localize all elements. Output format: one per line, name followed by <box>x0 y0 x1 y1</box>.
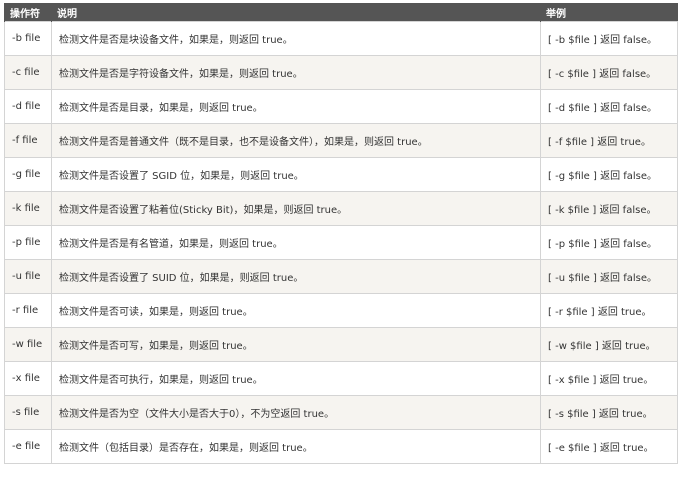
table-row: -e file 检测文件（包括目录）是否存在，如果是，则返回 true。 [ -… <box>4 429 678 464</box>
description-cell: 检测文件是否可读，如果是，则返回 true。 <box>51 293 541 328</box>
description-cell: 检测文件是否是目录，如果是，则返回 true。 <box>51 89 541 124</box>
operator-cell: -b file <box>4 21 52 56</box>
table-header: 操作符 说明 举例 <box>4 3 678 22</box>
operator-cell: -c file <box>4 55 52 90</box>
example-cell: [ -b $file ] 返回 false。 <box>540 21 678 56</box>
description-cell: 检测文件是否为空（文件大小是否大于0），不为空返回 true。 <box>51 395 541 430</box>
table-row: -b file 检测文件是否是块设备文件，如果是，则返回 true。 [ -b … <box>4 21 678 56</box>
description-cell: 检测文件是否设置了粘着位(Sticky Bit)，如果是，则返回 true。 <box>51 191 541 226</box>
description-cell: 检测文件是否是块设备文件，如果是，则返回 true。 <box>51 21 541 56</box>
example-cell: [ -c $file ] 返回 false。 <box>540 55 678 90</box>
operator-cell: -u file <box>4 259 52 294</box>
example-cell: [ -k $file ] 返回 false。 <box>540 191 678 226</box>
example-cell: [ -r $file ] 返回 true。 <box>540 293 678 328</box>
table-row: -f file 检测文件是否是普通文件（既不是目录，也不是设备文件），如果是，则… <box>4 123 678 158</box>
example-cell: [ -u $file ] 返回 false。 <box>540 259 678 294</box>
operator-cell: -w file <box>4 327 52 362</box>
operator-cell: -x file <box>4 361 52 396</box>
table-row: -g file 检测文件是否设置了 SGID 位，如果是，则返回 true。 [… <box>4 157 678 192</box>
operator-cell: -f file <box>4 123 52 158</box>
table-row: -p file 检测文件是否是有名管道，如果是，则返回 true。 [ -p $… <box>4 225 678 260</box>
table-row: -k file 检测文件是否设置了粘着位(Sticky Bit)，如果是，则返回… <box>4 191 678 226</box>
example-cell: [ -f $file ] 返回 true。 <box>540 123 678 158</box>
table-row: -u file 检测文件是否设置了 SUID 位，如果是，则返回 true。 [… <box>4 259 678 294</box>
operator-cell: -g file <box>4 157 52 192</box>
description-cell: 检测文件是否设置了 SUID 位，如果是，则返回 true。 <box>51 259 541 294</box>
table-row: -x file 检测文件是否可执行，如果是，则返回 true。 [ -x $fi… <box>4 361 678 396</box>
table-row: -r file 检测文件是否可读，如果是，则返回 true。 [ -r $fil… <box>4 293 678 328</box>
operator-cell: -p file <box>4 225 52 260</box>
operator-cell: -s file <box>4 395 52 430</box>
example-cell: [ -p $file ] 返回 false。 <box>540 225 678 260</box>
operator-cell: -d file <box>4 89 52 124</box>
example-cell: [ -s $file ] 返回 true。 <box>540 395 678 430</box>
description-cell: 检测文件是否是字符设备文件，如果是，则返回 true。 <box>51 55 541 90</box>
file-test-operators-table: 操作符 说明 举例 -b file 检测文件是否是块设备文件，如果是，则返回 t… <box>4 3 678 464</box>
header-row: 操作符 说明 举例 <box>4 3 678 22</box>
table-row: -c file 检测文件是否是字符设备文件，如果是，则返回 true。 [ -c… <box>4 55 678 90</box>
example-cell: [ -e $file ] 返回 true。 <box>540 429 678 464</box>
description-cell: 检测文件（包括目录）是否存在，如果是，则返回 true。 <box>51 429 541 464</box>
table-body: -b file 检测文件是否是块设备文件，如果是，则返回 true。 [ -b … <box>4 21 678 464</box>
example-cell: [ -w $file ] 返回 true。 <box>540 327 678 362</box>
header-example: 举例 <box>540 3 678 22</box>
description-cell: 检测文件是否是普通文件（既不是目录，也不是设备文件），如果是，则返回 true。 <box>51 123 541 158</box>
description-cell: 检测文件是否可写，如果是，则返回 true。 <box>51 327 541 362</box>
operator-cell: -r file <box>4 293 52 328</box>
operator-cell: -k file <box>4 191 52 226</box>
header-operator: 操作符 <box>4 3 52 22</box>
header-description: 说明 <box>51 3 541 22</box>
example-cell: [ -g $file ] 返回 false。 <box>540 157 678 192</box>
table-row: -s file 检测文件是否为空（文件大小是否大于0），不为空返回 true。 … <box>4 395 678 430</box>
example-cell: [ -x $file ] 返回 true。 <box>540 361 678 396</box>
description-cell: 检测文件是否是有名管道，如果是，则返回 true。 <box>51 225 541 260</box>
operator-cell: -e file <box>4 429 52 464</box>
table-row: -w file 检测文件是否可写，如果是，则返回 true。 [ -w $fil… <box>4 327 678 362</box>
table-row: -d file 检测文件是否是目录，如果是，则返回 true。 [ -d $fi… <box>4 89 678 124</box>
example-cell: [ -d $file ] 返回 false。 <box>540 89 678 124</box>
description-cell: 检测文件是否设置了 SGID 位，如果是，则返回 true。 <box>51 157 541 192</box>
description-cell: 检测文件是否可执行，如果是，则返回 true。 <box>51 361 541 396</box>
